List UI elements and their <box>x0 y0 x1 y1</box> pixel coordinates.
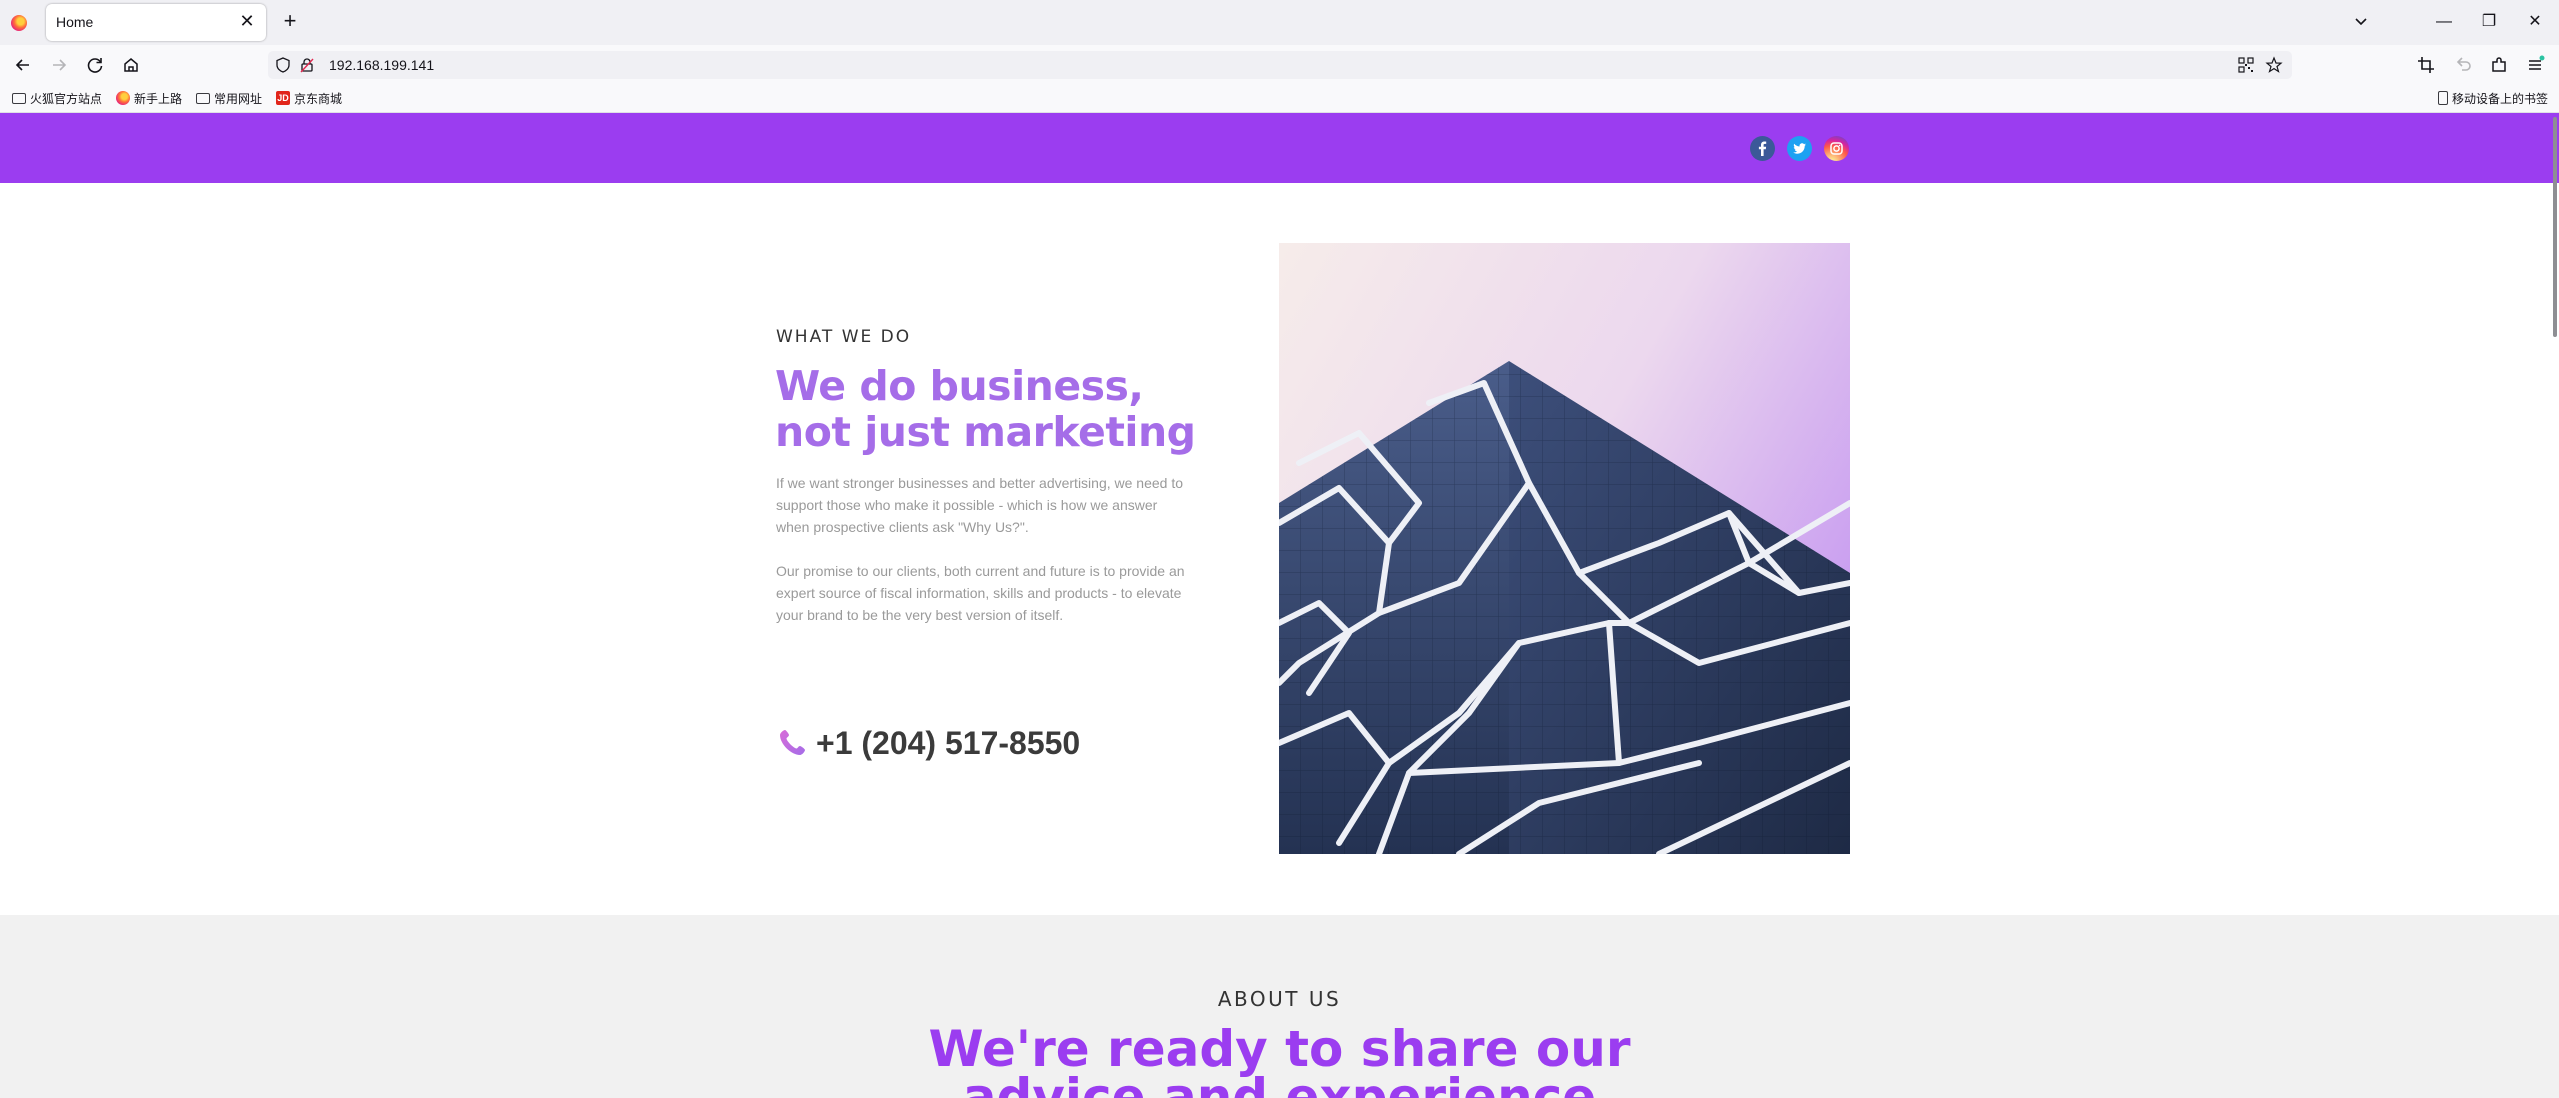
twitter-link[interactable] <box>1787 136 1812 161</box>
page-scrollbar[interactable] <box>2551 113 2559 1098</box>
instagram-link[interactable] <box>1824 136 1849 161</box>
bookmark-label: 火狐官方站点 <box>30 91 103 106</box>
phone-icon <box>780 730 805 755</box>
close-window-button[interactable]: ✕ <box>2520 8 2550 36</box>
section-eyebrow: WHAT WE DO <box>776 327 912 347</box>
minimize-button[interactable]: — <box>2429 8 2459 36</box>
shield-icon[interactable] <box>274 56 292 74</box>
facebook-icon <box>1750 136 1775 161</box>
extensions-button[interactable] <box>2486 52 2512 78</box>
bookmark-label: 京东商城 <box>294 91 343 106</box>
url-text[interactable]: 192.168.199.141 <box>329 57 434 73</box>
hamburger-menu-icon <box>2529 55 2545 70</box>
bookmark-label: 常用网址 <box>214 91 263 106</box>
phone-contact[interactable]: +1 (204) 517-8550 <box>776 723 1080 763</box>
phone-number[interactable]: +1 (204) 517-8550 <box>816 725 1080 762</box>
undo-button[interactable] <box>2450 52 2476 78</box>
section-headline: We do business, not just marketing <box>775 363 1215 455</box>
arrow-left-icon <box>15 59 29 71</box>
mobile-device-icon <box>2438 91 2448 105</box>
reload-button[interactable] <box>82 52 108 78</box>
site-top-bar <box>0 113 2559 183</box>
undo-icon <box>2456 57 2471 71</box>
about-title-line: We're ready to share our <box>928 1020 1631 1078</box>
arrow-right-icon <box>53 59 67 71</box>
about-title: We're ready to share our advice and expe… <box>0 1020 2559 1098</box>
tab-bar: Home ✕ + — ❐ ✕ <box>0 0 2559 45</box>
back-button[interactable] <box>10 52 36 78</box>
bookmark-star-icon[interactable] <box>2265 56 2283 74</box>
about-title-line: advice and experience <box>962 1068 1597 1098</box>
bookmark-item[interactable]: 火狐官方站点 <box>12 89 102 107</box>
jd-icon: JD <box>276 91 290 105</box>
home-icon <box>124 58 138 72</box>
mobile-bookmarks-label: 移动设备上的书签 <box>2452 91 2549 106</box>
body-paragraph: Our promise to our clients, both current… <box>776 563 1185 623</box>
qr-code-icon[interactable] <box>2237 56 2255 74</box>
mobile-bookmarks[interactable]: 移动设备上的书签 <box>2438 89 2548 107</box>
chevron-down-icon <box>2355 18 2367 26</box>
tab-title: Home <box>56 14 94 30</box>
about-section: ABOUT US We're ready to share our advice… <box>0 915 2559 1098</box>
puzzle-icon <box>2492 57 2506 72</box>
bookmark-label: 新手上路 <box>134 91 183 106</box>
screenshot-button[interactable] <box>2413 52 2439 78</box>
headline-line: We do business, <box>775 362 1144 410</box>
address-bar[interactable]: 192.168.199.141 <box>268 51 2292 79</box>
twitter-icon <box>1787 136 1812 161</box>
list-all-tabs-button[interactable] <box>2350 10 2372 32</box>
scrollbar-thumb[interactable] <box>2553 117 2557 337</box>
bookmark-item[interactable]: JD 京东商城 <box>276 89 342 107</box>
body-paragraph: If we want stronger businesses and bette… <box>776 475 1184 535</box>
headline-line: not just marketing <box>775 408 1196 456</box>
folder-icon <box>12 92 26 104</box>
building-illustration <box>1279 243 1850 854</box>
restore-button[interactable]: ❐ <box>2474 8 2504 36</box>
new-tab-button[interactable]: + <box>278 9 302 33</box>
home-button[interactable] <box>118 52 144 78</box>
forward-button[interactable] <box>46 52 72 78</box>
firefox-icon <box>116 91 130 105</box>
bookmark-item[interactable]: 新手上路 <box>116 89 182 107</box>
tab-home[interactable]: Home ✕ <box>46 4 266 41</box>
page-viewport: WHAT WE DO We do business, not just mark… <box>0 113 2559 1098</box>
tab-close-button[interactable]: ✕ <box>236 10 258 32</box>
reload-icon <box>87 58 103 73</box>
facebook-link[interactable] <box>1750 136 1775 161</box>
navigation-bar: 192.168.199.141 <box>0 45 2559 83</box>
app-menu-button[interactable] <box>2522 52 2548 78</box>
crop-icon <box>2418 57 2434 73</box>
bookmark-item[interactable]: 常用网址 <box>196 89 262 107</box>
insecure-lock-icon[interactable] <box>298 56 316 74</box>
hero-building-image <box>1279 243 1850 854</box>
firefox-icon <box>11 15 27 31</box>
about-eyebrow: ABOUT US <box>1217 987 1342 1011</box>
bookmarks-toolbar: 火狐官方站点 新手上路 常用网址 JD 京东商城 移动设备上的书签 <box>0 83 2559 113</box>
folder-icon <box>196 92 210 104</box>
instagram-icon <box>1824 136 1849 161</box>
